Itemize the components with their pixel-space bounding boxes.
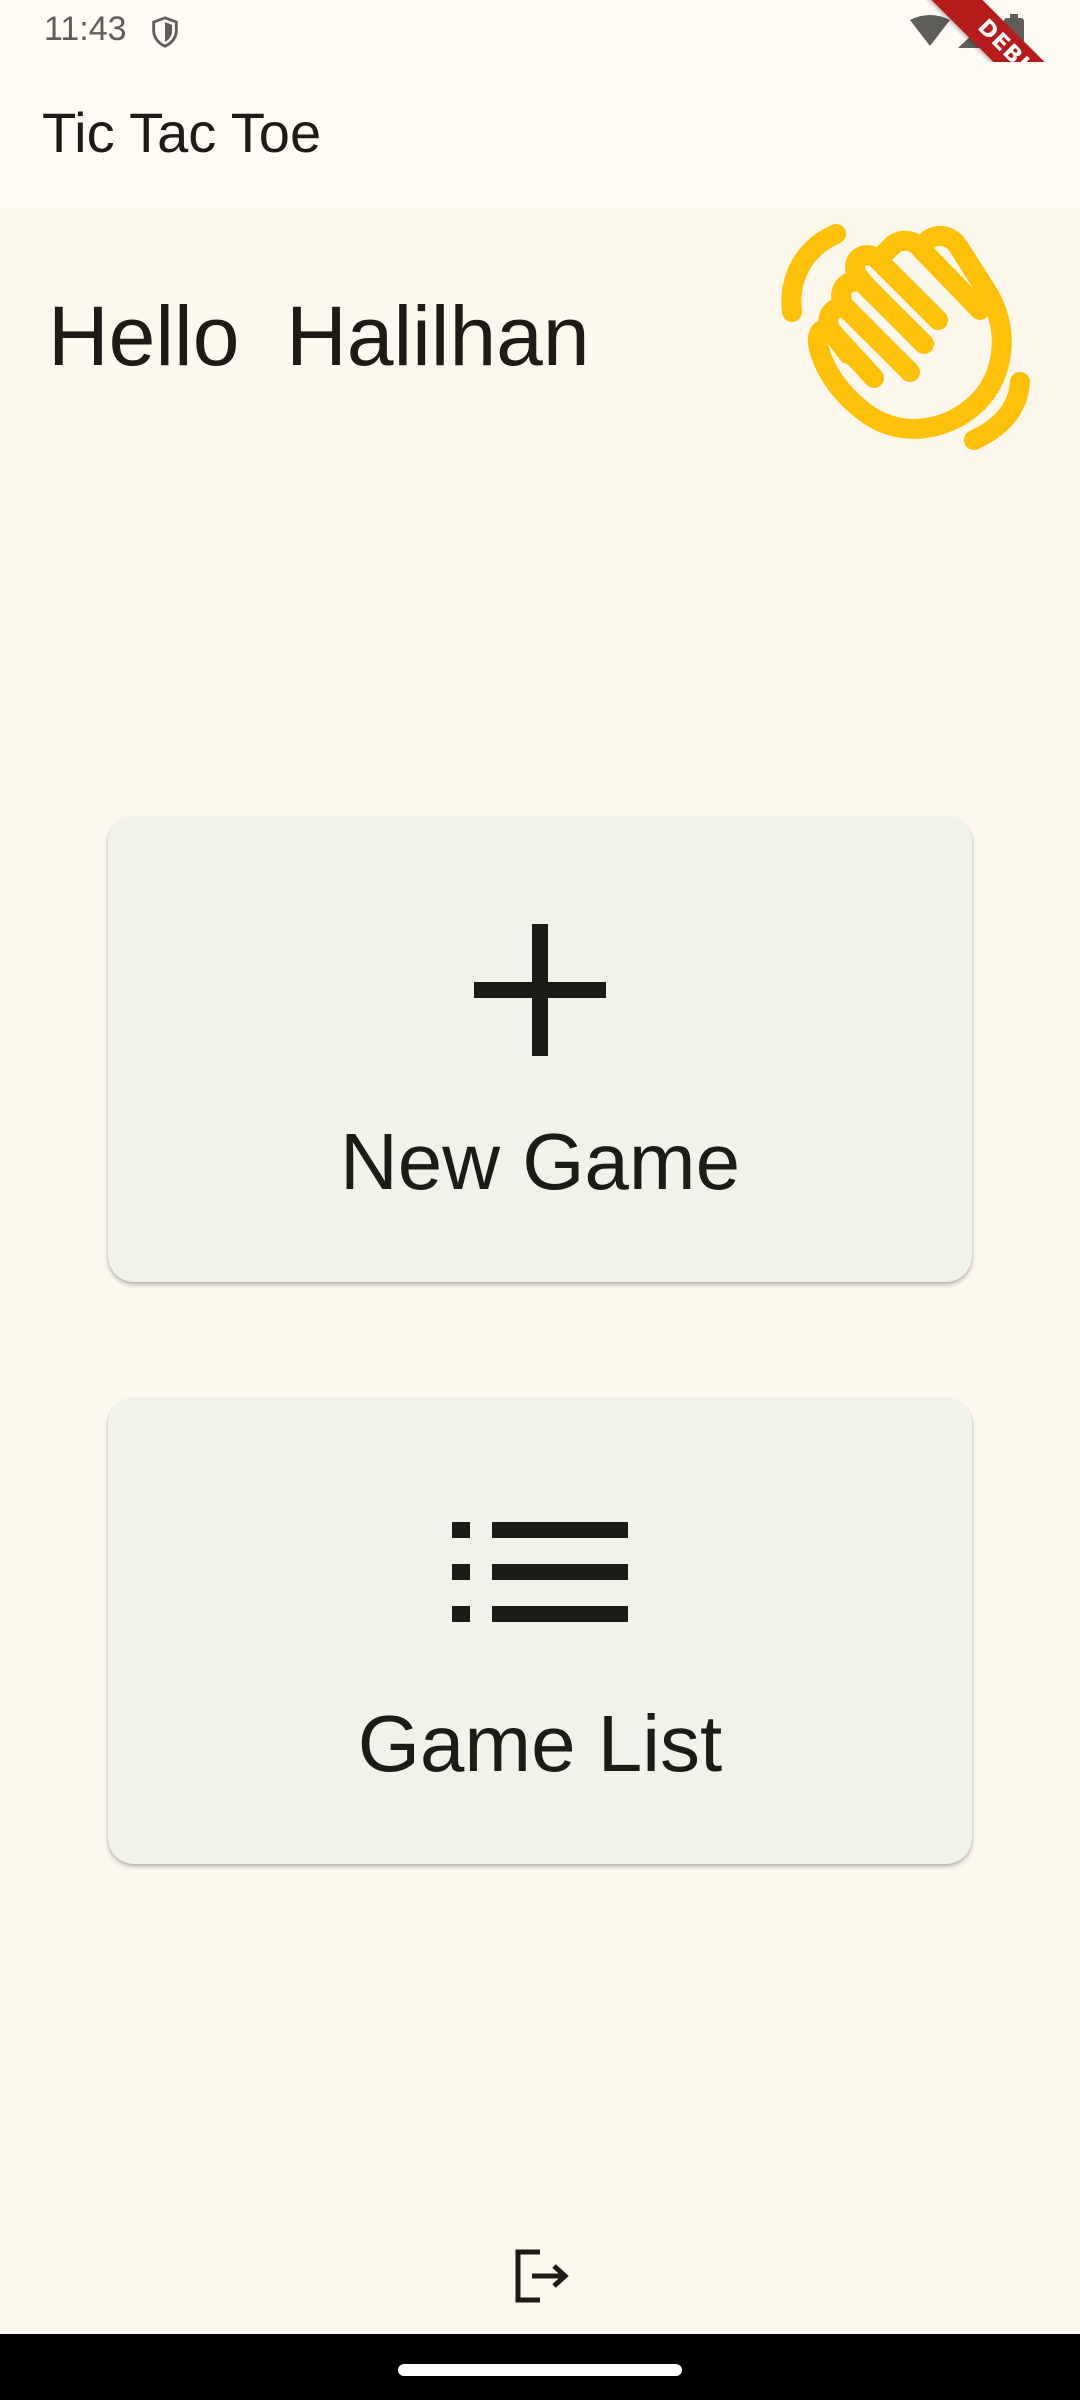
add-icon <box>474 924 606 1056</box>
home-gesture-handle[interactable] <box>398 2364 682 2376</box>
waving-hand-icon <box>781 224 1030 450</box>
greeting-text: Hello Halilhan <box>48 289 590 383</box>
new-game-button[interactable]: New Game <box>108 816 972 1282</box>
new-game-label: New Game <box>339 1117 741 1206</box>
list-icon <box>452 1522 628 1622</box>
app-bar: Tic Tac Toe <box>0 62 1080 208</box>
status-time: 11:43 <box>44 10 127 48</box>
game-list-label: Game List <box>357 1699 723 1788</box>
app-title: Tic Tac Toe <box>42 101 322 164</box>
shield-icon <box>152 16 178 48</box>
logout-icon[interactable] <box>510 2246 570 2306</box>
game-list-button[interactable]: Game List <box>108 1398 972 1864</box>
status-bar: 11:43 <box>0 0 1080 62</box>
